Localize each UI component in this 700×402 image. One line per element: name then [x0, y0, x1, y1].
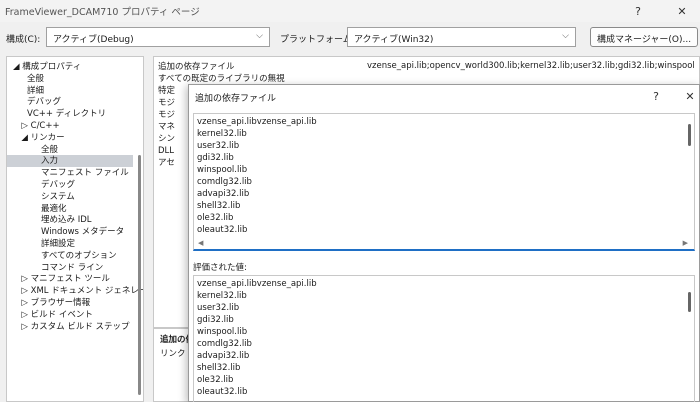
- platform-dropdown[interactable]: アクティブ(Win32) ⌵: [347, 27, 576, 47]
- list-item: ole32.lib: [197, 375, 234, 385]
- edit-hscrollbar[interactable]: ◀ ▶: [194, 239, 694, 249]
- edit-scrollbar[interactable]: [687, 124, 692, 146]
- close-icon[interactable]: ✕: [664, 0, 700, 22]
- tree-item[interactable]: すべてのオプション: [41, 250, 117, 262]
- tree-item[interactable]: 全般: [41, 144, 58, 156]
- evaluated-value-label: 評価された値:: [193, 263, 247, 273]
- property-row-label[interactable]: モジ: [158, 97, 175, 109]
- tree-item[interactable]: VC++ ディレクトリ: [27, 108, 106, 120]
- property-row-label[interactable]: マネ: [158, 121, 175, 133]
- list-item: advapi32.lib: [197, 351, 250, 361]
- platform-value: アクティブ(Win32): [354, 35, 434, 45]
- property-row-label[interactable]: モジ: [158, 109, 175, 121]
- tree-item[interactable]: 詳細設定: [41, 238, 75, 250]
- tree-item[interactable]: 全般: [27, 73, 44, 85]
- tree-item[interactable]: ▷ マニフェスト ツール: [21, 273, 109, 285]
- property-row-label[interactable]: 特定: [158, 85, 175, 97]
- chevron-down-icon: ⌵: [256, 31, 263, 41]
- list-item: gdi32.lib: [197, 315, 234, 325]
- config-value: アクティブ(Debug): [53, 35, 134, 45]
- tree-item[interactable]: 埋め込み IDL: [41, 214, 92, 226]
- evaluated-value-box: vzense_api.libvzense_api.lib kernel32.lib…: [193, 275, 695, 402]
- tree-item[interactable]: ▷ XML ドキュメント ジェネレータ: [21, 285, 143, 297]
- tree-scrollbar-thumb[interactable]: [138, 155, 141, 395]
- property-row-label[interactable]: アセ: [158, 157, 175, 169]
- dialog-title: 追加の依存ファイル: [195, 94, 277, 104]
- help-icon[interactable]: ?: [620, 0, 656, 22]
- list-item: winspool.lib: [197, 327, 248, 337]
- eval-scrollbar[interactable]: [687, 292, 692, 312]
- tree-item[interactable]: マニフェスト ファイル: [41, 167, 129, 179]
- tree-item[interactable]: 最適化: [41, 203, 67, 215]
- scroll-left-icon[interactable]: ◀: [198, 239, 203, 247]
- list-item: comdlg32.lib: [197, 177, 252, 187]
- window-titlebar: FrameViewer_DCAM710 プロパティ ページ ? ✕: [0, 0, 700, 22]
- dependencies-textarea[interactable]: vzense_api.libvzense_api.lib kernel32.lib…: [193, 113, 695, 251]
- list-item: kernel32.lib: [197, 129, 247, 139]
- property-tree: ◢ 構成プロパティ 全般 詳細 デバッグ VC++ ディレクトリ ▷ C/C++ ◢ リンカ…: [6, 56, 144, 402]
- config-dropdown[interactable]: アクティブ(Debug) ⌵: [46, 27, 270, 47]
- property-row-label[interactable]: DLL: [158, 145, 174, 157]
- additional-dependencies-dialog: 追加の依存ファイル ? ✕ vzense_api.libvzense_api.l…: [188, 84, 700, 402]
- tree-item[interactable]: ▷ ブラウザー情報: [21, 297, 90, 309]
- tree-item[interactable]: ◢ リンカー: [21, 132, 64, 144]
- list-item: winspool.lib: [197, 165, 248, 175]
- list-item: shell32.lib: [197, 201, 241, 211]
- additional-dependencies-value[interactable]: vzense_api.lib;opencv_world300.lib;kerne…: [367, 61, 695, 71]
- list-item: kernel32.lib: [197, 291, 247, 301]
- dialog-help-icon[interactable]: ?: [645, 87, 667, 105]
- tree-item[interactable]: デバッグ: [27, 96, 61, 108]
- tree-item[interactable]: ◢ 構成プロパティ: [13, 61, 81, 73]
- list-item: vzense_api.libvzense_api.lib: [197, 279, 317, 289]
- tree-item[interactable]: デバッグ: [41, 179, 75, 191]
- tree-item[interactable]: ▷ ビルド イベント: [21, 309, 92, 321]
- list-item: oleaut32.lib: [197, 387, 248, 397]
- list-item: gdi32.lib: [197, 153, 234, 163]
- tree-item[interactable]: コマンド ライン: [41, 262, 103, 274]
- list-item: ole32.lib: [197, 213, 234, 223]
- tree-item[interactable]: システム: [41, 191, 75, 203]
- tree-item[interactable]: Windows メタデータ: [41, 226, 124, 238]
- tree-item[interactable]: 詳細: [27, 85, 44, 97]
- list-item: oleaut32.lib: [197, 225, 248, 235]
- list-item: user32.lib: [197, 303, 240, 313]
- property-row-label[interactable]: 追加の依存ファイル: [158, 61, 235, 73]
- dialog-close-icon[interactable]: ✕: [679, 87, 700, 105]
- window-title: FrameViewer_DCAM710 プロパティ ページ: [5, 7, 200, 18]
- list-item: user32.lib: [197, 141, 240, 151]
- list-item: advapi32.lib: [197, 189, 250, 199]
- list-item: vzense_api.libvzense_api.lib: [197, 117, 317, 127]
- tree-item[interactable]: 入力: [7, 155, 133, 168]
- configuration-manager-button[interactable]: 構成マネージャー(O)...: [590, 27, 699, 47]
- chevron-down-icon: ⌵: [562, 31, 569, 41]
- list-item: shell32.lib: [197, 363, 241, 373]
- tree-item[interactable]: ▷ C/C++: [21, 120, 59, 132]
- tree-scrollbar[interactable]: [137, 57, 142, 401]
- tree-item[interactable]: ▷ カスタム ビルド ステップ: [21, 321, 129, 333]
- scroll-right-icon[interactable]: ▶: [683, 239, 688, 247]
- list-item: comdlg32.lib: [197, 339, 252, 349]
- property-row-label[interactable]: シン: [158, 133, 175, 145]
- config-label: 構成(C):: [6, 35, 41, 45]
- configuration-bar: 構成(C): アクティブ(Debug) ⌵ プラットフォーム(P): アクティブ…: [0, 24, 700, 50]
